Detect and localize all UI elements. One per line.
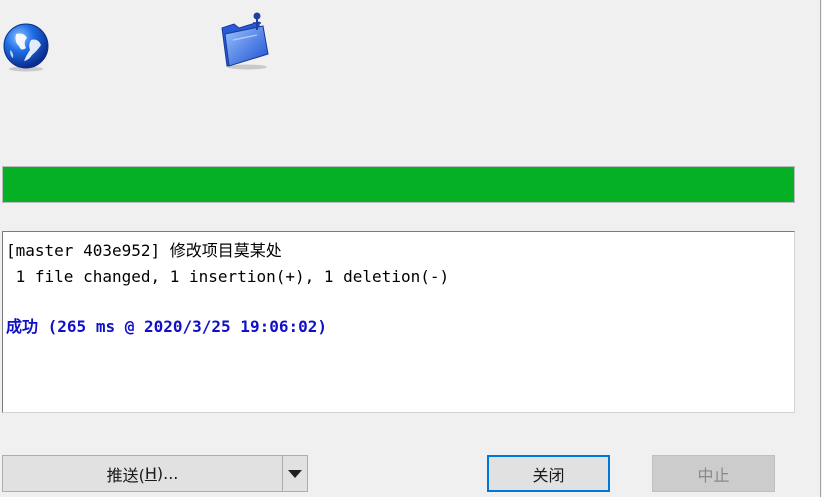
commit-summary-line: [master 403e952] 修改项目莫某处 [6,241,282,260]
window-edge [820,0,821,497]
success-line: 成功 (265 ms @ 2020/3/25 19:06:02) [6,314,794,340]
globe-icon [3,23,49,72]
push-button[interactable]: 推送(H)... [2,455,283,492]
abort-button[interactable]: 中止 [652,455,775,492]
success-detail: (265 ms @ 2020/3/25 19:06:02) [38,317,327,336]
output-log[interactable]: [master 403e952] 修改项目莫某处 1 file changed,… [2,231,795,413]
success-label: 成功 [6,317,39,336]
changes-summary-line: 1 file changed, 1 insertion(+), 1 deleti… [6,267,450,286]
progress-bar [2,166,795,203]
close-button[interactable]: 关闭 [487,455,610,492]
push-dropdown-button[interactable] [282,455,308,492]
progress-bar-fill [3,167,794,202]
push-split-button: 推送(H)... [2,455,308,492]
chevron-down-icon [288,469,302,478]
folder-icon [221,12,269,70]
